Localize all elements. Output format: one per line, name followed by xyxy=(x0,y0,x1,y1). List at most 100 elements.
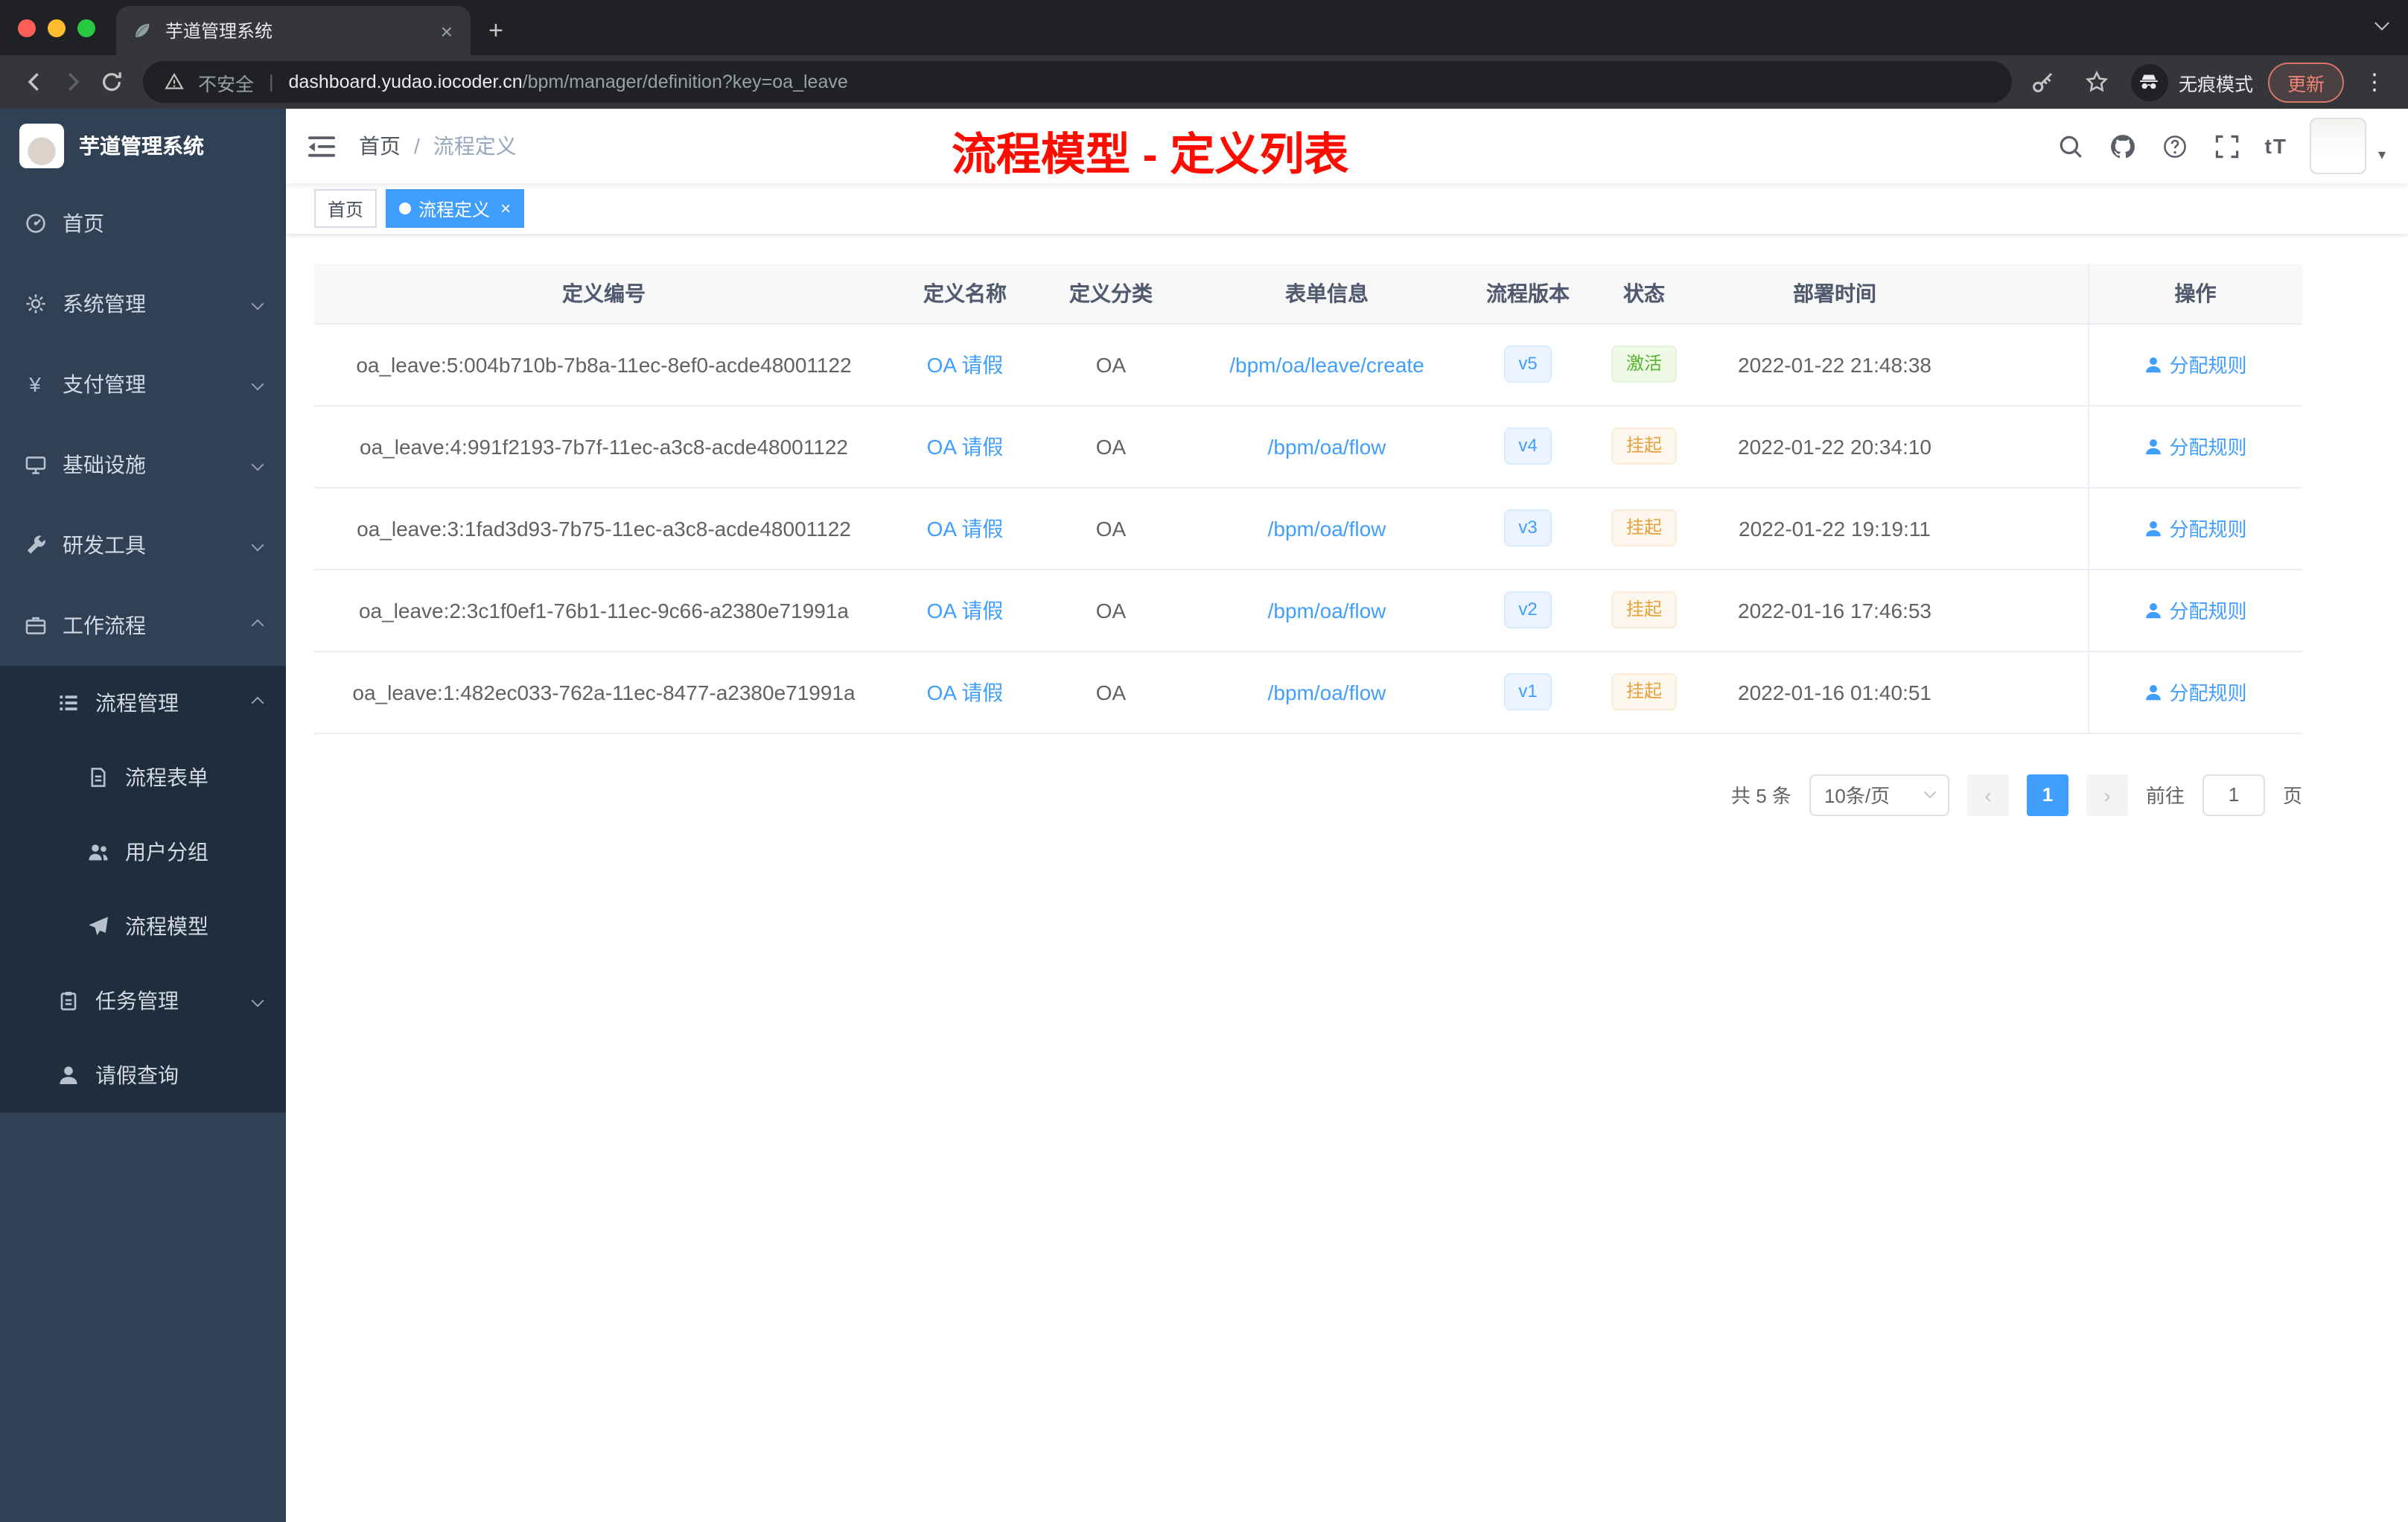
chevron-down-icon xyxy=(251,458,264,471)
form-link[interactable]: /bpm/oa/flow xyxy=(1268,598,1386,622)
sidebar-item-user-group[interactable]: 用户分组 xyxy=(0,815,286,889)
update-button[interactable]: 更新 xyxy=(2267,62,2344,102)
assign-rule-button[interactable]: 分配规则 xyxy=(2144,350,2247,378)
column-header: 定义名称 xyxy=(894,264,1036,324)
form-link[interactable]: /bpm/oa/flow xyxy=(1268,516,1386,540)
github-icon[interactable] xyxy=(2109,131,2138,161)
form-link[interactable]: /bpm/oa/flow xyxy=(1268,680,1386,704)
incognito-icon xyxy=(2130,63,2168,101)
sidebar-item-leave-query[interactable]: 请假查询 xyxy=(0,1038,286,1112)
url-host: dashboard.yudao.iocoder.cn xyxy=(288,71,523,92)
sidebar-item-label: 流程模型 xyxy=(125,914,208,938)
column-header: 部署时间 xyxy=(1701,264,1969,324)
current-page-button[interactable]: 1 xyxy=(2026,774,2068,815)
assign-rule-label: 分配规则 xyxy=(2169,354,2247,377)
row-spacer xyxy=(1969,569,2088,652)
sidebar-item-home[interactable]: 首页 xyxy=(0,183,286,264)
column-header: 表单信息 xyxy=(1185,264,1468,324)
status-badge: 挂起 xyxy=(1611,509,1677,547)
table-body: oa_leave:5:004b710b-7b8a-11ec-8ef0-acde4… xyxy=(314,323,2302,733)
deploy-time: 2022-01-16 01:40:51 xyxy=(1701,651,1969,733)
sidebar-item-process-model[interactable]: 流程模型 xyxy=(0,889,286,964)
sidebar-item-label: 基础设施 xyxy=(63,453,146,477)
prev-page-button[interactable]: ‹ xyxy=(1966,774,2009,815)
definition-category: OA xyxy=(1036,569,1185,652)
sidebar-item-task-manage[interactable]: 任务管理 xyxy=(0,964,286,1038)
sidebar-item-system-manage[interactable]: 系统管理 xyxy=(0,264,286,344)
sidebar-item-process-form[interactable]: 流程表单 xyxy=(0,740,286,815)
assign-rule-button[interactable]: 分配规则 xyxy=(2144,514,2247,542)
sidebar-item-label: 请假查询 xyxy=(95,1063,179,1087)
password-key-icon[interactable] xyxy=(2024,63,2063,101)
page-jump-input[interactable] xyxy=(2202,774,2265,815)
wrench-icon xyxy=(24,535,46,555)
sidebar-menu: 首页 系统管理 ¥ 支付管理基础设施研发工具 工作流程流程管理流程表单 用户分组流程模型任… xyxy=(0,183,286,1112)
definition-name-link[interactable]: OA 请假 xyxy=(927,598,1004,622)
sidebar-item-label: 流程管理 xyxy=(95,691,179,715)
assign-rule-button[interactable]: 分配规则 xyxy=(2144,678,2247,706)
browser-menu-icon[interactable]: ⋮ xyxy=(2359,69,2390,95)
sidebar-item-dev-tools[interactable]: 研发工具 xyxy=(0,505,286,585)
new-tab-button[interactable]: + xyxy=(488,18,503,43)
avatar-caret-icon[interactable]: ▾ xyxy=(2378,147,2386,164)
definition-id: oa_leave:1:482ec033-762a-11ec-8477-a2380… xyxy=(314,651,894,733)
form-link[interactable]: /bpm/oa/flow xyxy=(1268,434,1386,458)
form-link[interactable]: /bpm/oa/leave/create xyxy=(1229,352,1424,376)
font-size-icon[interactable]: tT xyxy=(2265,134,2287,158)
definition-name-link[interactable]: OA 请假 xyxy=(927,516,1004,540)
address-bar[interactable]: 不安全 | dashboard.yudao.iocoder.cn/bpm/man… xyxy=(143,61,2012,103)
minimize-window-button[interactable] xyxy=(48,19,66,36)
help-icon[interactable] xyxy=(2161,131,2191,161)
user-icon xyxy=(2144,355,2163,373)
browser-tab[interactable]: 芋道管理系统 × xyxy=(116,6,471,55)
definition-name-link[interactable]: OA 请假 xyxy=(927,352,1004,376)
back-button[interactable] xyxy=(15,63,54,101)
definition-id: oa_leave:4:991f2193-7b7f-11ec-a3c8-acde4… xyxy=(314,405,894,488)
tab-search-icon[interactable] xyxy=(2374,9,2389,36)
close-tag-icon[interactable]: × xyxy=(500,200,511,217)
bookmark-star-icon[interactable] xyxy=(2077,63,2116,101)
sidebar-item-process-manage[interactable]: 流程管理 xyxy=(0,666,286,740)
table-row: oa_leave:1:482ec033-762a-11ec-8477-a2380… xyxy=(314,651,2302,733)
assign-rule-button[interactable]: 分配规则 xyxy=(2144,596,2247,624)
version-badge: v2 xyxy=(1503,591,1552,628)
user-icon xyxy=(2144,437,2163,455)
sidebar-collapse-icon[interactable] xyxy=(308,135,335,157)
tag-active[interactable]: 流程定义 × xyxy=(386,189,525,228)
assign-rule-button[interactable]: 分配规则 xyxy=(2144,432,2247,460)
browser-window: 芋道管理系统 × + 不安全 | dashboard.yudao.iocoder… xyxy=(0,0,2408,1522)
tab-strip: 芋道管理系统 × + xyxy=(0,0,2408,55)
page-size-select[interactable]: 10条/页 xyxy=(1809,774,1949,815)
definition-name-link[interactable]: OA 请假 xyxy=(927,434,1004,458)
forward-button[interactable] xyxy=(54,63,92,101)
maximize-window-button[interactable] xyxy=(77,19,95,36)
navbar-actions: tT ▾ xyxy=(2057,118,2386,174)
tag-label: 首页 xyxy=(328,199,364,220)
user-avatar[interactable] xyxy=(2309,118,2366,174)
definition-name-link[interactable]: OA 请假 xyxy=(927,680,1004,704)
close-tab-icon[interactable]: × xyxy=(438,19,456,42)
column-header: 状态 xyxy=(1587,264,1701,324)
pagination-total: 共 5 条 xyxy=(1731,785,1791,807)
security-warning-icon[interactable] xyxy=(161,69,188,95)
sidebar-item-pay-manage[interactable]: ¥ 支付管理 xyxy=(0,344,286,424)
logo-avatar xyxy=(19,124,64,168)
sidebar-item-workflow[interactable]: 工作流程 xyxy=(0,585,286,666)
navbar: 首页 / 流程定义 流程模型 - 定义列表 tT ▾ xyxy=(286,109,2408,183)
reload-button[interactable] xyxy=(92,63,131,101)
search-icon[interactable] xyxy=(2057,131,2086,161)
sidebar-item-infrastructure[interactable]: 基础设施 xyxy=(0,424,286,505)
version-badge: v4 xyxy=(1503,427,1552,465)
sidebar-item-label: 支付管理 xyxy=(63,372,146,396)
tag-item[interactable]: 首页 xyxy=(314,189,378,228)
fullscreen-icon[interactable] xyxy=(2213,131,2243,161)
breadcrumb-home[interactable]: 首页 xyxy=(359,131,401,161)
page-content: 定义编号 定义名称 定义分类 表单信息 流程版本 状态 部署时间 操作 oa_leave:5:… xyxy=(286,234,2408,1522)
next-page-button[interactable]: › xyxy=(2086,774,2128,815)
sidebar-logo[interactable]: 芋道管理系统 xyxy=(0,109,286,183)
definition-category: OA xyxy=(1036,651,1185,733)
goto-label: 前往 xyxy=(2145,785,2185,807)
breadcrumb-current: 流程定义 xyxy=(433,134,517,158)
list-icon xyxy=(57,692,79,713)
close-window-button[interactable] xyxy=(18,19,36,36)
